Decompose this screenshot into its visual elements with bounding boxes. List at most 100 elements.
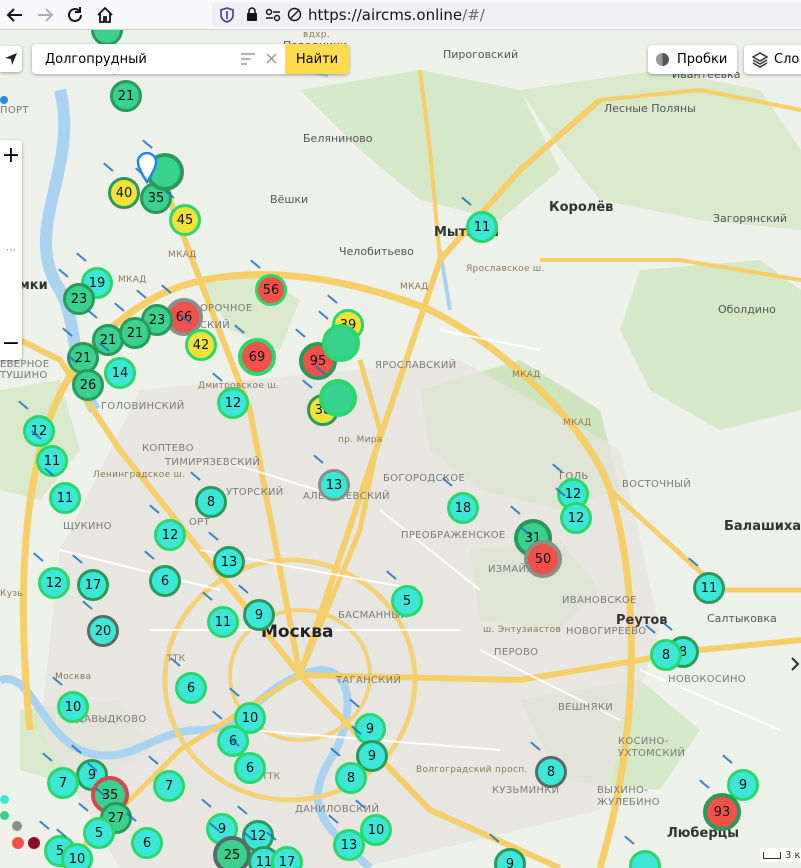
sensor-marker[interactable]: 93 [703, 793, 741, 831]
sensor-marker[interactable]: 6 [175, 672, 207, 704]
map-label: ЯРОСЛАВСКИЙ [375, 360, 457, 371]
browser-toolbar: https://aircms.online/#/ [0, 0, 801, 30]
map-label: Оболдино [718, 303, 776, 316]
layers-label: Сло [774, 52, 800, 67]
map-label: Пироговский [443, 48, 519, 61]
reload-button[interactable] [60, 0, 90, 30]
sensor-marker[interactable]: 7 [153, 770, 185, 802]
map-label: МКАД [512, 370, 541, 380]
sensor-marker[interactable]: 26 [72, 369, 104, 401]
legend-dots [0, 795, 46, 855]
map-label: Вёшки [270, 193, 309, 206]
find-button[interactable]: Найти [285, 44, 349, 74]
map-label: Лесные Поляны [604, 102, 696, 115]
home-icon [97, 6, 113, 23]
map-label: Москва [55, 672, 92, 682]
sensor-marker[interactable]: 6 [234, 752, 266, 784]
sensor-marker[interactable]: 8 [335, 762, 367, 794]
sensor-marker[interactable]: 7 [47, 767, 79, 799]
sensor-marker[interactable]: 9 [243, 599, 275, 631]
back-button[interactable] [0, 0, 30, 30]
sensor-marker[interactable]: 21 [110, 80, 142, 112]
sensor-marker[interactable]: 56 [255, 274, 287, 306]
clear-search-icon[interactable] [266, 53, 277, 64]
sensor-marker[interactable]: 12 [38, 567, 70, 599]
map-label: Челобитьево [339, 245, 414, 258]
sensor-marker[interactable]: 14 [104, 357, 136, 389]
sensor-marker[interactable] [319, 379, 357, 417]
legend-dot-moderate [12, 821, 22, 831]
zoom-in-button[interactable]: + [2, 140, 20, 172]
sensor-marker[interactable]: 10 [57, 691, 89, 723]
sensor-marker[interactable]: 11 [693, 572, 725, 604]
lock-icon[interactable] [246, 7, 258, 22]
legend-dot-very-bad [28, 837, 40, 849]
locate-button[interactable] [0, 46, 22, 72]
map-label: Волгоградский просп. [416, 765, 528, 775]
map-background [0, 52, 801, 868]
sensor-marker[interactable]: 10 [360, 814, 392, 846]
search-input[interactable] [43, 50, 237, 68]
traffic-label: Пробки [677, 52, 728, 67]
sensor-marker[interactable] [322, 324, 360, 362]
sensor-marker[interactable]: 12 [217, 387, 249, 419]
sensor-marker[interactable]: 13 [333, 829, 365, 861]
zoom-out-button[interactable]: − [2, 328, 20, 360]
home-button[interactable] [90, 0, 120, 30]
sensor-marker[interactable]: 8 [535, 756, 567, 788]
map-label: пр. Мира [338, 435, 383, 445]
sensor-marker[interactable]: 8 [650, 639, 682, 671]
sensor-marker[interactable]: 11 [49, 482, 81, 514]
layers-button[interactable]: Сло [744, 45, 801, 74]
sensor-marker[interactable]: 8 [195, 486, 227, 518]
map-label: ОРТ [189, 517, 210, 528]
sensor-marker[interactable]: 45 [169, 204, 201, 236]
chevron-right-icon[interactable] [790, 656, 801, 672]
map-canvas[interactable]: Ивантеевка Пироговский Лесные Поляны Беляни… [0, 30, 801, 868]
map-label: ДАВЫДКОВО [76, 714, 147, 725]
map-label: МКАД [118, 275, 147, 285]
navigation-arrow-icon [5, 53, 17, 65]
tracking-shield-icon[interactable] [220, 6, 234, 23]
sensor-marker[interactable]: 20 [87, 615, 119, 647]
sensor-marker[interactable]: 69 [238, 338, 276, 376]
traffic-button[interactable]: Пробки [648, 45, 737, 74]
address-bar[interactable]: https://aircms.online/#/ [212, 2, 801, 27]
back-arrow-icon [6, 7, 22, 22]
sensor-marker[interactable]: 12 [560, 502, 592, 534]
autoplay-blocked-icon[interactable] [287, 7, 302, 22]
reload-icon [68, 6, 82, 22]
filter-list-icon[interactable] [241, 53, 255, 65]
map-label: МКАД [400, 282, 429, 292]
map-label: КОПТЕВО [142, 443, 194, 454]
sensor-marker[interactable]: 5 [391, 585, 423, 617]
sensor-marker[interactable]: 6 [131, 827, 163, 859]
sensor-marker[interactable]: 11 [207, 606, 239, 638]
map-label: Королёв [549, 200, 614, 215]
map-label: ЕВЕРНОЕ [0, 359, 50, 370]
forward-button[interactable] [30, 0, 60, 30]
sensor-marker[interactable]: 12 [23, 415, 55, 447]
forward-arrow-icon [38, 7, 54, 22]
sensor-marker[interactable]: 13 [213, 546, 245, 578]
sensor-marker[interactable]: 18 [447, 492, 479, 524]
location-pin-icon[interactable] [136, 152, 158, 184]
sensor-marker[interactable]: 50 [524, 540, 562, 578]
map-label: ЩУКИНО [63, 521, 112, 532]
sensor-marker[interactable]: 11 [466, 211, 498, 243]
map-label: МКАД [563, 418, 592, 428]
map-label: ОРОЧНОЕ [200, 303, 253, 314]
sensor-marker[interactable]: 25 [213, 836, 251, 868]
sensor-marker[interactable]: 10 [61, 843, 93, 868]
sensor-marker[interactable]: 13 [318, 469, 350, 501]
sensor-marker[interactable]: 6 [149, 565, 181, 597]
sensor-marker[interactable]: 17 [77, 569, 109, 601]
sensor-marker[interactable]: 12 [154, 519, 186, 551]
map-label: ИВАНОВСКОЕ [562, 595, 637, 606]
sensor-marker[interactable]: 5 [83, 817, 115, 849]
permissions-icon[interactable] [265, 8, 281, 22]
sensor-marker[interactable]: 21 [119, 317, 151, 349]
scale-label: 3 к [785, 849, 801, 861]
zoom-ruler-handle[interactable]: ⋯ [6, 245, 16, 256]
sensor-marker[interactable]: 42 [185, 329, 217, 361]
